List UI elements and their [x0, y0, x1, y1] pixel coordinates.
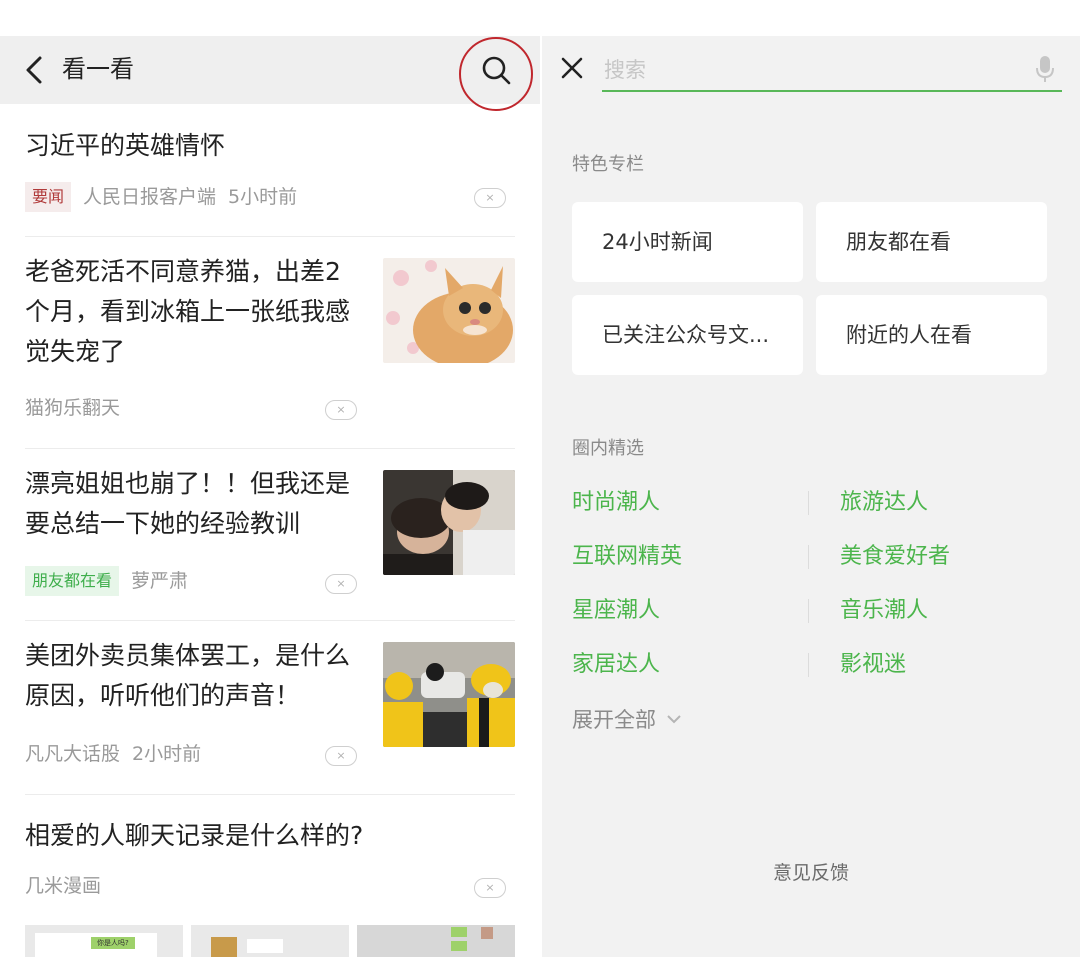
close-icon[interactable]	[560, 56, 584, 80]
couple-thumbnail[interactable]	[383, 470, 515, 575]
article-source: 猫狗乐翻天	[25, 397, 121, 419]
news-tag: 要闻	[25, 182, 72, 212]
divider	[808, 653, 809, 677]
card-friends-watching[interactable]: 朋友都在看	[816, 202, 1047, 282]
divider	[808, 491, 809, 515]
section-label-featured: 特色专栏	[572, 154, 644, 175]
page-title: 看一看	[62, 55, 134, 83]
circle-movies[interactable]: 影视迷	[840, 646, 906, 678]
top-bar: 看一看	[0, 36, 540, 111]
search-button[interactable]	[458, 36, 534, 112]
article-title[interactable]: 相爱的人聊天记录是什么样的?	[25, 816, 363, 856]
search-input[interactable]	[602, 50, 1062, 92]
section-label-circles: 圈内精选	[572, 438, 644, 459]
comic-panel	[191, 925, 349, 957]
article-title-line[interactable]: 觉失宠了	[25, 332, 125, 372]
article-title-line[interactable]: 个月，看到冰箱上一张纸我感	[25, 292, 350, 332]
article-source: 几米漫画	[25, 875, 102, 897]
expand-all-label: 展开全部	[572, 708, 656, 732]
dismiss-button[interactable]: ×	[474, 878, 506, 898]
article-time: 2小时前	[132, 743, 202, 765]
circle-foodie[interactable]: 美食爱好者	[840, 538, 950, 570]
search-panel: 特色专栏 24小时新闻 朋友都在看 已关注公众号文... 附近的人在看 圈内精选…	[542, 36, 1080, 957]
circle-travel[interactable]: 旅游达人	[840, 484, 928, 516]
comic-panel	[357, 925, 515, 957]
dismiss-button[interactable]: ×	[474, 188, 506, 208]
search-bar	[542, 36, 1080, 102]
circle-astrology[interactable]: 星座潮人	[572, 592, 660, 624]
comic-speech-bubble: 你是人吗?	[91, 937, 135, 949]
chevron-down-icon	[667, 715, 681, 724]
article-meta: 要闻 人民日报客户端 5小时前	[25, 182, 297, 212]
comic-strip[interactable]: 你是人吗?	[25, 925, 515, 957]
feed-item[interactable]: 相爱的人聊天记录是什么样的? 几米漫画 × 你是人吗?	[0, 794, 540, 957]
dismiss-button[interactable]: ×	[325, 400, 357, 420]
card-followed-accounts[interactable]: 已关注公众号文...	[572, 295, 803, 375]
article-title-line[interactable]: 美团外卖员集体罢工，是什么	[25, 636, 350, 676]
circle-music[interactable]: 音乐潮人	[840, 592, 928, 624]
article-title-line[interactable]: 老爸死活不同意养猫，出差2	[25, 252, 341, 292]
delivery-thumbnail[interactable]	[383, 642, 515, 747]
article-time: 5小时前	[228, 186, 298, 208]
article-meta: 朋友都在看 萝严肃	[25, 566, 188, 596]
feed-item[interactable]: 漂亮姐姐也崩了！！但我还是 要总结一下她的经验教训 朋友都在看 萝严肃 ×	[0, 448, 540, 620]
divider	[808, 545, 809, 569]
feedback-link[interactable]: 意见反馈	[542, 858, 1080, 885]
circle-internet-elite[interactable]: 互联网精英	[572, 538, 682, 570]
article-title-line[interactable]: 漂亮姐姐也崩了！！但我还是	[25, 464, 350, 504]
card-24h-news[interactable]: 24小时新闻	[572, 202, 803, 282]
article-source: 凡凡大话股	[25, 743, 121, 765]
feed-item[interactable]: 美团外卖员集体罢工，是什么 原因，听听他们的声音！ 凡凡大话股 2小时前 ×	[0, 620, 540, 794]
cat-thumbnail[interactable]	[383, 258, 515, 363]
article-meta: 几米漫画	[25, 872, 101, 900]
circle-home-decor[interactable]: 家居达人	[572, 646, 660, 678]
article-meta: 猫狗乐翻天	[25, 394, 120, 422]
circle-fashion[interactable]: 时尚潮人	[572, 484, 660, 516]
article-meta: 凡凡大话股 2小时前	[25, 740, 201, 768]
dismiss-button[interactable]: ×	[325, 746, 357, 766]
article-title[interactable]: 习近平的英雄情怀	[25, 126, 225, 166]
friends-watching-tag: 朋友都在看	[25, 566, 120, 596]
back-arrow-icon[interactable]	[20, 54, 48, 86]
article-source: 人民日报客户端	[83, 186, 217, 208]
feed-item[interactable]: 老爸死活不同意养猫，出差2 个月，看到冰箱上一张纸我感 觉失宠了 猫狗乐翻天 ×	[0, 236, 540, 448]
divider	[808, 599, 809, 623]
left-panel: 看一看 习近平的英雄情怀 要闻 人民日报客户端 5小时前 × 老爸死活不同意养猫…	[0, 36, 540, 957]
microphone-icon[interactable]	[1036, 56, 1054, 82]
comic-panel: 你是人吗?	[25, 925, 183, 957]
article-title-line[interactable]: 要总结一下她的经验教训	[25, 504, 300, 544]
feed-item[interactable]: 习近平的英雄情怀 要闻 人民日报客户端 5小时前 ×	[0, 104, 540, 236]
article-source: 萝严肃	[131, 570, 189, 592]
card-nearby-watching[interactable]: 附近的人在看	[816, 295, 1047, 375]
expand-all-button[interactable]: 展开全部	[572, 704, 682, 734]
dismiss-button[interactable]: ×	[325, 574, 357, 594]
article-title-line[interactable]: 原因，听听他们的声音！	[25, 676, 300, 716]
